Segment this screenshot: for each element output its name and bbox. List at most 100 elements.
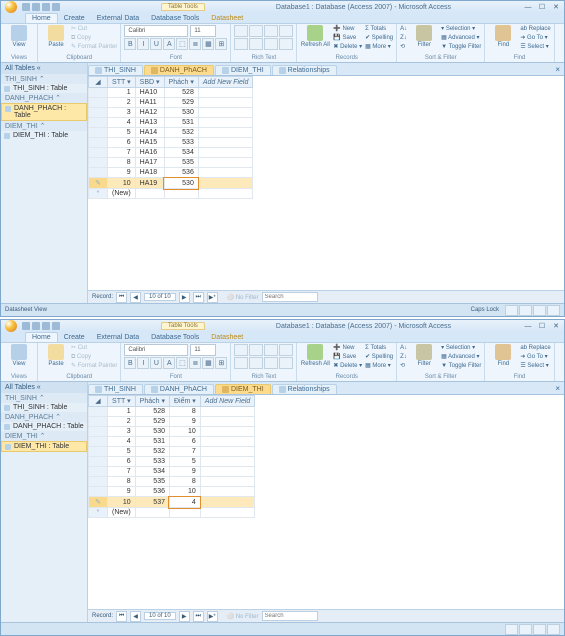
row-selector[interactable] — [89, 98, 108, 108]
new-record-button[interactable]: ➕ New — [333, 344, 362, 353]
qat-button[interactable] — [22, 322, 30, 330]
cell[interactable]: 8 — [169, 407, 200, 417]
view-switch-button[interactable] — [547, 624, 560, 635]
ribbon-tab-External Data[interactable]: External Data — [91, 14, 145, 23]
cell[interactable]: 5 — [169, 457, 200, 467]
selection-button[interactable]: ▾ Selection ▾ — [441, 344, 481, 353]
cell[interactable]: 5 — [108, 447, 136, 457]
nav-item-DIEM_THI[interactable]: DIEM_THI : Table — [1, 441, 87, 452]
ribbon-tab-Create[interactable]: Create — [58, 14, 91, 23]
richtext-btn[interactable] — [249, 38, 263, 50]
cell[interactable]: 6 — [108, 138, 136, 148]
row-selector[interactable] — [89, 158, 108, 168]
window-close-button[interactable]: ✕ — [550, 3, 562, 12]
cell[interactable]: 8 — [169, 477, 200, 487]
cell[interactable]: 1 — [108, 407, 136, 417]
view-switch-button[interactable] — [547, 305, 560, 316]
font-name-combo[interactable]: Calibri — [124, 344, 188, 356]
cell[interactable]: 530 — [164, 178, 198, 189]
ribbon-tab-Datasheet[interactable]: Datasheet — [205, 333, 249, 342]
qat-button[interactable] — [32, 3, 40, 11]
selection-button[interactable]: ▾ Selection ▾ — [441, 25, 481, 34]
spelling-button[interactable]: ✔ Spelling — [365, 34, 393, 43]
cell[interactable]: 530 — [164, 108, 198, 118]
cell[interactable]: HA16 — [135, 148, 164, 158]
row-selector[interactable] — [89, 407, 108, 417]
nav-pane-header[interactable]: All Tables « — [1, 63, 87, 74]
nav-pane-header[interactable]: All Tables « — [1, 382, 87, 393]
delete-record-button[interactable]: ✖ Delete ▾ — [333, 362, 362, 371]
select-button[interactable]: ☰ Select ▾ — [520, 362, 550, 371]
richtext-btn[interactable] — [264, 344, 278, 356]
ribbon-tab-Database Tools[interactable]: Database Tools — [145, 14, 205, 23]
view-button[interactable]: View — [4, 344, 34, 367]
record-last[interactable]: ⏭ — [193, 611, 204, 622]
cell[interactable]: 531 — [164, 118, 198, 128]
view-switch-button[interactable] — [519, 624, 532, 635]
cell[interactable]: 8 — [108, 477, 136, 487]
object-tab-THI_SINH[interactable]: THI_SINH — [88, 384, 143, 394]
richtext-btn[interactable] — [279, 344, 293, 356]
column-header-STT[interactable]: STT ▾ — [108, 396, 136, 407]
cell[interactable]: 9 — [169, 467, 200, 477]
view-switch-button[interactable] — [505, 305, 518, 316]
replace-button[interactable]: ab Replace — [520, 25, 550, 34]
cell[interactable]: 536 — [135, 487, 169, 497]
row-selector[interactable] — [89, 487, 108, 497]
select-all-cell[interactable]: ◢ — [89, 77, 108, 88]
cell[interactable]: 536 — [164, 168, 198, 178]
cell[interactable]: HA14 — [135, 128, 164, 138]
record-search-input[interactable] — [262, 611, 318, 621]
font-format-btn-1[interactable]: I — [137, 357, 149, 369]
ribbon-tab-External Data[interactable]: External Data — [91, 333, 145, 342]
font-format-btn-7[interactable]: ⊞ — [215, 357, 227, 369]
row-selector[interactable] — [89, 467, 108, 477]
toggle-filter-button[interactable]: ▼ Toggle Filter — [441, 43, 481, 52]
font-format-btn-7[interactable]: ⊞ — [215, 38, 227, 50]
richtext-btn[interactable] — [234, 38, 248, 50]
cell[interactable]: 532 — [135, 447, 169, 457]
new-row-selector[interactable]: * — [89, 508, 108, 518]
richtext-btn[interactable] — [249, 344, 263, 356]
record-new[interactable]: ▶* — [207, 611, 218, 622]
nav-item-DANH_PHACH[interactable]: DANH_PHACH : Table — [1, 422, 87, 431]
qat-button[interactable] — [42, 322, 50, 330]
row-selector[interactable] — [89, 477, 108, 487]
sort-desc-button[interactable]: Z↓ — [400, 353, 407, 362]
richtext-btn[interactable] — [264, 38, 278, 50]
richtext-btn[interactable] — [279, 25, 293, 37]
cell[interactable]: HA18 — [135, 168, 164, 178]
column-header-Điểm[interactable]: Điểm ▾ — [169, 396, 200, 407]
clear-sort-button[interactable]: ⟲ — [400, 362, 407, 371]
nav-group-DANH_PHACH[interactable]: DANH_PHACH ⌃ — [1, 412, 87, 422]
office-button[interactable] — [5, 320, 17, 332]
richtext-btn[interactable] — [249, 357, 263, 369]
record-prev[interactable]: ◀ — [130, 611, 141, 622]
row-selector[interactable] — [89, 457, 108, 467]
sort-asc-button[interactable]: A↓ — [400, 25, 407, 34]
row-selector[interactable] — [89, 427, 108, 437]
object-tab-DANH_PhACH[interactable]: DANH_PhACH — [144, 65, 214, 75]
richtext-btn[interactable] — [249, 25, 263, 37]
cell[interactable]: 528 — [164, 88, 198, 98]
cell[interactable]: 4 — [108, 118, 136, 128]
cell[interactable]: 537 — [135, 497, 169, 508]
cell[interactable]: 6 — [108, 457, 136, 467]
cell[interactable]: 531 — [135, 437, 169, 447]
cell[interactable]: 529 — [164, 98, 198, 108]
row-selector[interactable] — [89, 148, 108, 158]
select-button[interactable]: ☰ Select ▾ — [520, 43, 550, 52]
advanced-filter-button[interactable]: ▦ Advanced ▾ — [441, 353, 481, 362]
add-new-field[interactable]: Add New Field — [200, 396, 255, 407]
cell[interactable]: 2 — [108, 98, 136, 108]
row-selector[interactable] — [89, 138, 108, 148]
nav-group-DIEM_THI[interactable]: DIEM_THI ⌃ — [1, 121, 87, 131]
richtext-btn[interactable] — [234, 357, 248, 369]
cell[interactable]: 9 — [108, 487, 136, 497]
clear-sort-button[interactable]: ⟲ — [400, 43, 407, 52]
font-format-btn-6[interactable]: ▦ — [202, 357, 214, 369]
cell[interactable]: 10 — [169, 487, 200, 497]
view-switch-button[interactable] — [533, 305, 546, 316]
cell[interactable]: 3 — [108, 427, 136, 437]
cell[interactable]: 8 — [108, 158, 136, 168]
